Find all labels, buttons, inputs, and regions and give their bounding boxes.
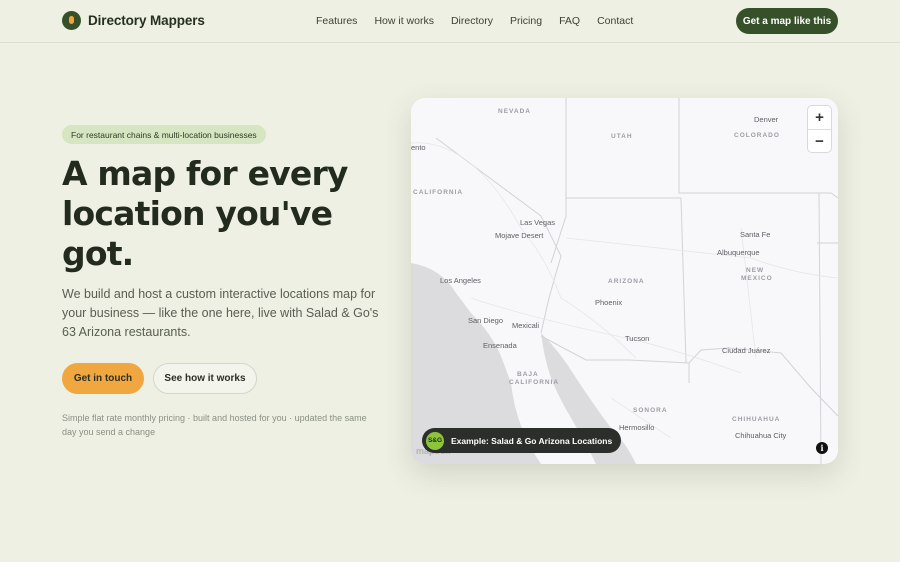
get-in-touch-button[interactable]: Get in touch [62,363,144,394]
logo-icon [62,11,81,30]
top-nav: Directory Mappers Features How it works … [0,0,900,43]
zoom-in-button[interactable]: + [808,106,831,129]
example-label: Example: Salad & Go Arizona Locations [451,435,613,446]
state-label: BAJA [517,371,539,378]
city-label: Ensenada [483,341,518,350]
state-label: SONORA [633,407,668,414]
nav-link-how-it-works[interactable]: How it works [374,15,434,27]
city-label: Hermosillo [619,423,654,432]
city-label: Mexicali [512,321,539,330]
city-label: Phoenix [595,298,622,307]
hero-headline: A map for every location you've got. [62,154,348,273]
state-label: CALIFORNIA [413,189,463,196]
brand[interactable]: Directory Mappers [62,11,205,30]
state-label: MEXICO [741,275,773,282]
nav-link-faq[interactable]: FAQ [559,15,580,27]
nav-links: Features How it works Directory Pricing … [316,15,633,27]
salad-and-go-logo: S&G [426,431,444,450]
city-label: Las Vegas [520,218,555,227]
nav-link-features[interactable]: Features [316,15,357,27]
zoom-control: + − [808,106,831,152]
city-label: Los Angeles [440,276,481,285]
state-label: NEW [746,267,764,274]
example-chip[interactable]: S&G Example: Salad & Go Arizona Location… [422,428,622,453]
map-canvas[interactable]: NEVADA UTAH COLORADO CALIFORNIA ARIZONA … [411,98,838,464]
state-label: ARIZONA [608,278,645,285]
city-label: ento [411,143,426,152]
get-a-map-button[interactable]: Get a map like this [736,8,838,34]
locations-map[interactable]: NEVADA UTAH COLORADO CALIFORNIA ARIZONA … [411,98,838,464]
see-how-it-works-button[interactable]: See how it works [153,363,257,394]
brand-name: Directory Mappers [88,13,205,28]
pricing-fineprint: Simple flat rate monthly pricing · built… [62,413,367,437]
nav-link-directory[interactable]: Directory [451,15,493,27]
zoom-out-button[interactable]: − [808,129,831,152]
nav-link-pricing[interactable]: Pricing [510,15,542,27]
city-label: Santa Fe [740,230,770,239]
city-label: Mojave Desert [495,231,544,240]
city-label: Denver [754,115,779,124]
city-label: Albuquerque [717,248,760,257]
state-label: CHIHUAHUA [732,416,780,423]
state-label: NEVADA [498,108,531,115]
nav-link-contact[interactable]: Contact [597,15,633,27]
city-label: Chihuahua City [735,431,787,440]
state-label: COLORADO [734,132,780,139]
city-label: Ciudad Juárez [722,346,771,355]
audience-pill: For restaurant chains & multi-location b… [62,125,266,144]
city-label: San Diego [468,316,503,325]
state-label: UTAH [611,133,633,140]
hero-lede: We build and host a custom interactive l… [62,287,379,339]
state-label: CALIFORNIA [509,379,559,386]
info-icon[interactable]: i [816,442,828,454]
city-label: Tucson [625,334,649,343]
